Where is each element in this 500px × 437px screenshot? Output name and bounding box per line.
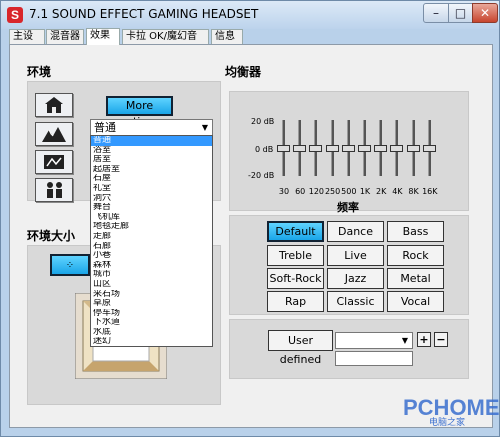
tab-main-settings[interactable]: 主设置	[9, 29, 45, 56]
minimize-button[interactable]: –	[423, 3, 449, 23]
equalizer-title: 均衡器	[225, 65, 262, 79]
eq-slider-thumb[interactable]	[293, 145, 307, 152]
environment-option[interactable]: 石屋	[91, 174, 212, 184]
eq-slider-thumb[interactable]	[390, 145, 404, 152]
preset-name-input[interactable]	[335, 351, 413, 366]
environment-option[interactable]: 停车场	[91, 309, 212, 319]
environment-option[interactable]: 下水道	[91, 318, 212, 328]
preset-default-button[interactable]: Default	[267, 221, 324, 242]
tab-karaoke[interactable]: 卡拉 OK/魔幻音响	[122, 29, 209, 56]
people-icon	[47, 182, 62, 198]
expand-arrows-icon: ⁘	[65, 260, 75, 271]
preset-live-button[interactable]: Live	[327, 245, 384, 266]
chevron-down-icon: ▼	[401, 336, 409, 345]
env-mountain-button[interactable]	[35, 122, 73, 146]
environment-option[interactable]: 水底	[91, 328, 212, 338]
tab-mixer[interactable]: 混音器	[46, 29, 84, 44]
app-logo-icon: S	[7, 7, 23, 23]
eq-slider-thumb[interactable]	[309, 145, 323, 152]
cave-icon	[44, 155, 64, 169]
user-defined-panel	[229, 319, 469, 379]
eq-slider-thumb[interactable]	[406, 145, 420, 152]
environment-option[interactable]: 采石场	[91, 290, 212, 300]
env-stage-button[interactable]	[35, 150, 73, 174]
environment-option[interactable]: 城市	[91, 270, 212, 280]
tab-info[interactable]: 信息	[211, 29, 243, 44]
environment-option[interactable]: 普通	[91, 136, 212, 146]
preset-rap-button[interactable]: Rap	[267, 291, 324, 312]
env-people-button[interactable]	[35, 178, 73, 202]
tab-effects[interactable]: 效果	[86, 28, 120, 45]
preset-metal-button[interactable]: Metal	[387, 268, 444, 289]
preset-classic-button[interactable]: Classic	[327, 291, 384, 312]
eq-slider-thumb[interactable]	[277, 145, 290, 152]
environment-option[interactable]: 礼堂	[91, 184, 212, 194]
preset-treble-button[interactable]: Treble	[267, 245, 324, 266]
app-window: S 7.1 SOUND EFFECT GAMING HEADSET – □ ✕ …	[0, 0, 500, 437]
environment-title: 环境	[27, 65, 52, 79]
eq-slider-thumb[interactable]	[325, 145, 339, 152]
environment-option[interactable]: 森林	[91, 261, 212, 271]
eq-slider-thumb[interactable]	[358, 145, 371, 152]
preset-jazz-button[interactable]: Jazz	[327, 268, 384, 289]
eq-slider-thumb[interactable]	[422, 145, 436, 152]
environment-option[interactable]: 草原	[91, 299, 212, 309]
environment-option[interactable]: 舞台	[91, 203, 212, 213]
environment-option[interactable]: 洞穴	[91, 194, 212, 204]
mountain-icon	[42, 127, 66, 142]
eq-band-label: 16K	[422, 187, 438, 196]
env-room-button[interactable]	[35, 93, 73, 117]
eq-slider-thumb[interactable]	[374, 145, 388, 152]
user-preset-select[interactable]: ▼	[335, 332, 413, 349]
add-preset-button[interactable]: +	[417, 332, 431, 347]
expand-size-button[interactable]: ⁘	[50, 254, 90, 276]
preset-vocal-button[interactable]: Vocal	[387, 291, 444, 312]
db-label-top: 20 dB	[251, 117, 275, 126]
environment-size-title: 环境大小	[27, 229, 76, 243]
chevron-down-icon: ▼	[201, 123, 209, 132]
frequency-label: 频率	[337, 201, 359, 214]
maximize-button[interactable]: □	[448, 3, 473, 23]
db-label-bottom: -20 dB	[248, 171, 275, 180]
more-options-button[interactable]: More options	[106, 96, 173, 128]
db-label-mid: 0 dB	[255, 145, 274, 154]
environment-option[interactable]: 山区	[91, 280, 212, 290]
user-defined-button[interactable]: User defined	[268, 330, 333, 366]
environment-option[interactable]: 起居室	[91, 165, 212, 175]
house-icon	[45, 97, 63, 113]
preset-dance-button[interactable]: Dance	[327, 221, 384, 242]
eq-slider-thumb[interactable]	[341, 145, 355, 152]
title-bar: S 7.1 SOUND EFFECT GAMING HEADSET – □ ✕	[1, 1, 499, 29]
close-button[interactable]: ✕	[472, 3, 498, 23]
environment-option[interactable]: 走廊	[91, 232, 212, 242]
preset-bass-button[interactable]: Bass	[387, 221, 444, 242]
window-title: 7.1 SOUND EFFECT GAMING HEADSET	[29, 7, 259, 21]
remove-preset-button[interactable]: −	[434, 332, 448, 347]
environment-option[interactable]: 地毯走廊	[91, 222, 212, 232]
preset-rock-button[interactable]: Rock	[387, 245, 444, 266]
environment-select[interactable]: 普通 ▼	[90, 119, 213, 136]
environment-option[interactable]: 迷幻	[91, 337, 212, 346]
environment-select-value: 普通	[94, 121, 116, 134]
preset-soft-rock-button[interactable]: Soft-Rock	[267, 268, 324, 289]
environment-option[interactable]: 飞机库	[91, 213, 212, 223]
environment-option[interactable]: 居室	[91, 155, 212, 165]
environment-option[interactable]: 小巷	[91, 251, 212, 261]
watermark-subtext: 电脑之家	[429, 418, 466, 428]
environment-option[interactable]: 浴室	[91, 146, 212, 156]
environment-dropdown-list[interactable]: 普通 浴室 居室 起居室 石屋 礼堂 洞穴 舞台 飞机库 地毯走廊 走廊 石廊 小巷 森林 城市 山区 采石场草…	[90, 135, 213, 347]
environment-option[interactable]: 石廊	[91, 242, 212, 252]
